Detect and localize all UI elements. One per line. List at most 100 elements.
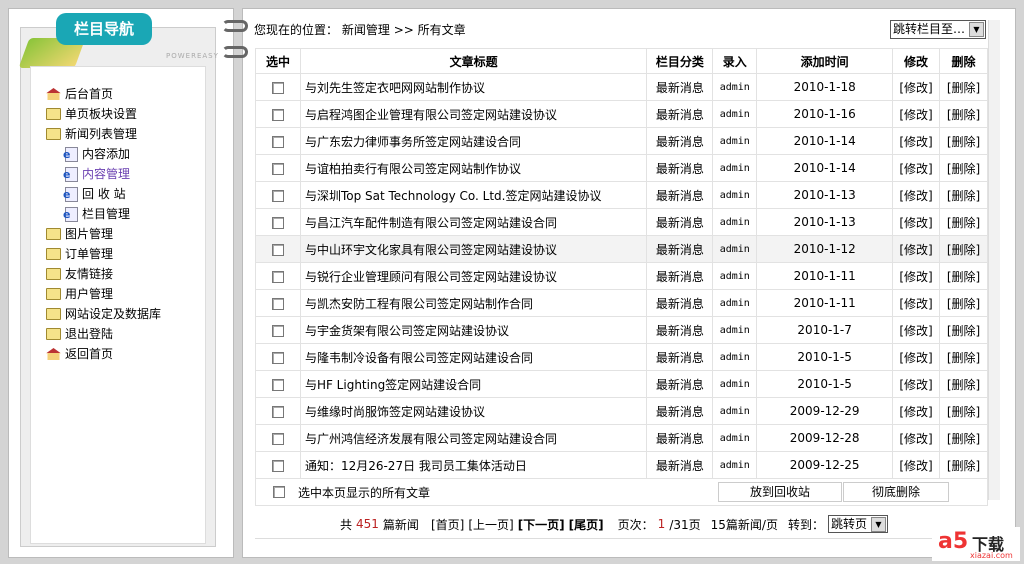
edit-link[interactable]: [修改] bbox=[892, 370, 940, 398]
sidebar-item[interactable]: 栏目管理 bbox=[46, 204, 161, 225]
row-checkbox[interactable] bbox=[271, 432, 284, 445]
sidebar-item[interactable]: 返回首页 bbox=[46, 344, 161, 364]
row-checkbox[interactable] bbox=[271, 135, 284, 148]
edit-link[interactable]: [修改] bbox=[892, 208, 940, 236]
article-title[interactable]: 与广州鸿信经济发展有限公司签定网站建设合同 bbox=[299, 424, 648, 452]
row-checkbox[interactable] bbox=[271, 297, 284, 310]
article-title[interactable]: 与宇金货架有限公司签定网站建设协议 bbox=[299, 316, 648, 344]
sidebar-item[interactable]: 单页板块设置 bbox=[46, 104, 161, 124]
row-checkbox[interactable] bbox=[271, 270, 284, 283]
sidebar-item[interactable]: 退出登陆 bbox=[46, 324, 161, 344]
row-checkbox[interactable] bbox=[271, 405, 284, 418]
article-title[interactable]: 与凯杰安防工程有限公司签定网站制作合同 bbox=[299, 289, 648, 317]
edit-link[interactable]: [修改] bbox=[892, 316, 940, 344]
edit-link[interactable]: [修改] bbox=[892, 235, 940, 263]
sidebar-item[interactable]: 回 收 站 bbox=[46, 184, 161, 205]
sidebar-item[interactable]: 内容管理 bbox=[46, 164, 161, 185]
edit-link[interactable]: [修改] bbox=[892, 343, 940, 371]
prev-page-link[interactable]: [上一页] bbox=[468, 516, 513, 533]
recycle-button[interactable]: 放到回收站 bbox=[718, 482, 842, 502]
table-row: 与广东宏力律师事务所签定网站建设合同 最新消息 admin 2010-1-14 … bbox=[255, 127, 988, 155]
article-date: 2010-1-11 bbox=[756, 262, 894, 290]
sidebar-item[interactable]: 图片管理 bbox=[46, 224, 161, 244]
article-category: 最新消息 bbox=[646, 316, 714, 344]
article-title[interactable]: 与中山环宇文化家具有限公司签定网站建设协议 bbox=[299, 235, 648, 263]
page-icon bbox=[63, 185, 78, 205]
row-checkbox[interactable] bbox=[271, 324, 284, 337]
article-title[interactable]: 与HF Lighting签定网站建设合同 bbox=[299, 370, 648, 398]
edit-link[interactable]: [修改] bbox=[892, 289, 940, 317]
sidebar-item[interactable]: 后台首页 bbox=[46, 84, 161, 104]
edit-link[interactable]: [修改] bbox=[892, 397, 940, 425]
table-row: 与HF Lighting签定网站建设合同 最新消息 admin 2010-1-5… bbox=[255, 370, 988, 398]
row-checkbox[interactable] bbox=[271, 108, 284, 121]
delete-link[interactable]: [删除] bbox=[939, 100, 988, 128]
row-checkbox[interactable] bbox=[271, 189, 284, 202]
delete-link[interactable]: [删除] bbox=[939, 370, 988, 398]
column-header: 选中 bbox=[255, 48, 301, 74]
edit-link[interactable]: [修改] bbox=[892, 127, 940, 155]
delete-link[interactable]: [删除] bbox=[939, 343, 988, 371]
article-title[interactable]: 与广东宏力律师事务所签定网站建设合同 bbox=[299, 127, 648, 155]
watermark-site: xiazai.com bbox=[970, 551, 1013, 560]
articles-table: 选中 文章标题 栏目分类 录入 添加时间 修改 删除 与刘先生签定衣吧网网站制作协议 最新消… bbox=[255, 48, 988, 479]
sidebar-item-label: 单页板块设置 bbox=[65, 107, 138, 121]
article-title[interactable]: 与启程鸿图企业管理有限公司签定网站建设协议 bbox=[299, 100, 648, 128]
sidebar-item[interactable]: 新闻列表管理 bbox=[46, 124, 161, 144]
sidebar-item[interactable]: 网站设定及数据库 bbox=[46, 304, 161, 324]
sidebar-item[interactable]: 内容添加 bbox=[46, 144, 161, 165]
edit-link[interactable]: [修改] bbox=[892, 154, 940, 182]
article-title[interactable]: 与深圳Top Sat Technology Co. Ltd.签定网站建设协议 bbox=[299, 181, 648, 209]
last-page-link[interactable]: [尾页] bbox=[569, 516, 604, 533]
row-checkbox[interactable] bbox=[271, 162, 284, 175]
first-page-link[interactable]: [首页] bbox=[431, 516, 464, 533]
delete-link[interactable]: [删除] bbox=[939, 127, 988, 155]
delete-link[interactable]: [删除] bbox=[939, 235, 988, 263]
edit-link[interactable]: [修改] bbox=[892, 181, 940, 209]
breadcrumb-section[interactable]: 新闻管理 bbox=[342, 23, 390, 37]
delete-permanently-button[interactable]: 彻底删除 bbox=[843, 482, 949, 502]
delete-link[interactable]: [删除] bbox=[939, 424, 988, 452]
article-author: admin bbox=[712, 73, 758, 101]
article-author: admin bbox=[712, 235, 758, 263]
delete-link[interactable]: [删除] bbox=[939, 451, 988, 479]
delete-link[interactable]: [删除] bbox=[939, 73, 988, 101]
scrollbar[interactable] bbox=[988, 20, 1000, 500]
article-category: 最新消息 bbox=[646, 235, 714, 263]
row-checkbox[interactable] bbox=[271, 81, 284, 94]
article-title[interactable]: 与谊柏拍卖行有限公司签定网站制作协议 bbox=[299, 154, 648, 182]
folder-icon bbox=[46, 288, 61, 300]
goto-page-select[interactable]: 跳转页 ▼ bbox=[827, 515, 888, 533]
sidebar-item[interactable]: 订单管理 bbox=[46, 244, 161, 264]
delete-link[interactable]: [删除] bbox=[939, 154, 988, 182]
select-all-checkbox[interactable] bbox=[273, 486, 285, 498]
sidebar-item[interactable]: 友情链接 bbox=[46, 264, 161, 284]
article-title[interactable]: 与维缘时尚服饰签定网站建设协议 bbox=[299, 397, 648, 425]
sidebar-item[interactable]: 用户管理 bbox=[46, 284, 161, 304]
delete-link[interactable]: [删除] bbox=[939, 289, 988, 317]
edit-link[interactable]: [修改] bbox=[892, 262, 940, 290]
jump-category-select[interactable]: 跳转栏目至… ▼ bbox=[890, 20, 986, 39]
delete-link[interactable]: [删除] bbox=[939, 262, 988, 290]
article-title[interactable]: 与隆韦制冷设备有限公司签定网站建设合同 bbox=[299, 343, 648, 371]
edit-link[interactable]: [修改] bbox=[892, 451, 940, 479]
article-title[interactable]: 与刘先生签定衣吧网网站制作协议 bbox=[299, 73, 648, 101]
row-checkbox[interactable] bbox=[271, 459, 284, 472]
row-checkbox[interactable] bbox=[271, 216, 284, 229]
delete-link[interactable]: [删除] bbox=[939, 181, 988, 209]
row-checkbox[interactable] bbox=[271, 243, 284, 256]
article-title[interactable]: 与锐行企业管理顾问有限公司签定网站建设协议 bbox=[299, 262, 648, 290]
article-title[interactable]: 通知：12月26-27日 我司员工集体活动日 bbox=[299, 451, 648, 479]
next-page-link[interactable]: [下一页] bbox=[518, 516, 565, 533]
table-row: 与昌江汽车配件制造有限公司签定网站建设合同 最新消息 admin 2010-1-… bbox=[255, 208, 988, 236]
row-checkbox[interactable] bbox=[271, 351, 284, 364]
delete-link[interactable]: [删除] bbox=[939, 316, 988, 344]
delete-link[interactable]: [删除] bbox=[939, 397, 988, 425]
total-count: 451 bbox=[356, 517, 379, 531]
row-checkbox[interactable] bbox=[271, 378, 284, 391]
delete-link[interactable]: [删除] bbox=[939, 208, 988, 236]
edit-link[interactable]: [修改] bbox=[892, 100, 940, 128]
article-title[interactable]: 与昌江汽车配件制造有限公司签定网站建设合同 bbox=[299, 208, 648, 236]
edit-link[interactable]: [修改] bbox=[892, 73, 940, 101]
edit-link[interactable]: [修改] bbox=[892, 424, 940, 452]
